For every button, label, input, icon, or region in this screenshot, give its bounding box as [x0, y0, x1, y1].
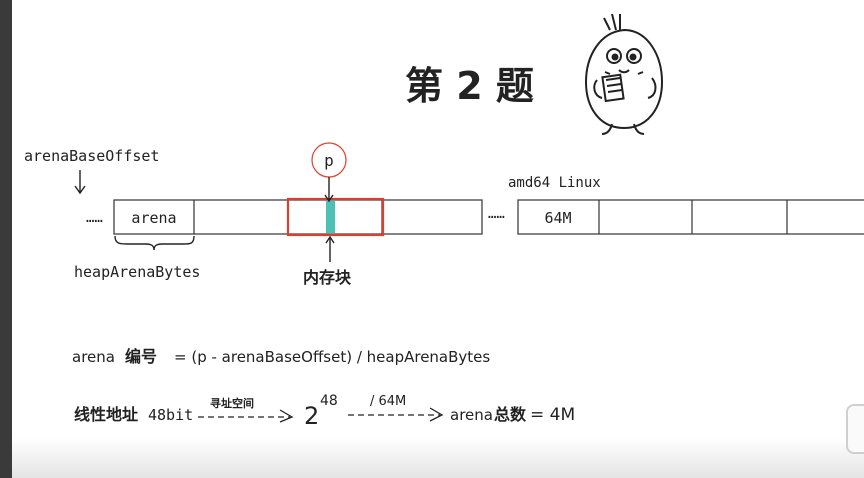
mascot-illustration	[584, 13, 664, 135]
side-panel-toggle[interactable]	[846, 404, 864, 454]
heap-arena-bytes-label: heapArenaBytes	[74, 263, 200, 281]
memory-block-arrow	[325, 235, 335, 262]
base-offset-arrow	[74, 170, 86, 195]
memory-block-label: 内存块	[303, 268, 352, 287]
cell-64m-label: 64M	[544, 209, 571, 227]
slide-title: 第 2 题	[405, 64, 534, 108]
diagram-canvas: 第 2 题 arenaBaseOffset …… arena p 内存块 hea…	[24, 13, 864, 430]
formula2-bits: 48bit	[148, 406, 193, 424]
pointer-arrow	[324, 177, 334, 203]
formula2-result-value: = 4M	[530, 405, 575, 425]
dots-left: ……	[86, 210, 103, 226]
arena-brace	[114, 235, 195, 251]
pointer-target-block	[326, 201, 335, 233]
formula2-exponent: 48	[320, 393, 338, 409]
dots-middle: ……	[488, 206, 505, 222]
arena-cell-label: arena	[131, 209, 176, 227]
formula2-result-cjk: 总数	[494, 405, 527, 424]
formula2-linear-address: 线性地址	[74, 405, 138, 424]
formula2-arrow1	[198, 409, 294, 423]
formula1-prefix: arena	[72, 348, 115, 366]
formula2-arrow2	[348, 407, 444, 422]
platform-label: amd64 Linux	[508, 175, 601, 191]
arena-base-offset-label: arenaBaseOffset	[24, 147, 159, 165]
formula2-base: 2	[304, 402, 319, 430]
formula2-result-prefix: arena	[450, 406, 493, 424]
lecture-slide: 第 2 题 arenaBaseOffset …… arena p 内存块 hea…	[12, 0, 864, 478]
pointer-label: p	[324, 151, 334, 170]
formula2-arrow2-label: / 64M	[370, 394, 406, 409]
formula2-arrow1-label: 寻址空间	[210, 396, 254, 410]
formula1-cjk: 编号	[125, 347, 157, 366]
formula1-expression: = (p - arenaBaseOffset) / heapArenaBytes	[174, 348, 490, 366]
bottom-gradient	[12, 438, 864, 478]
watermark-text	[752, 24, 864, 50]
